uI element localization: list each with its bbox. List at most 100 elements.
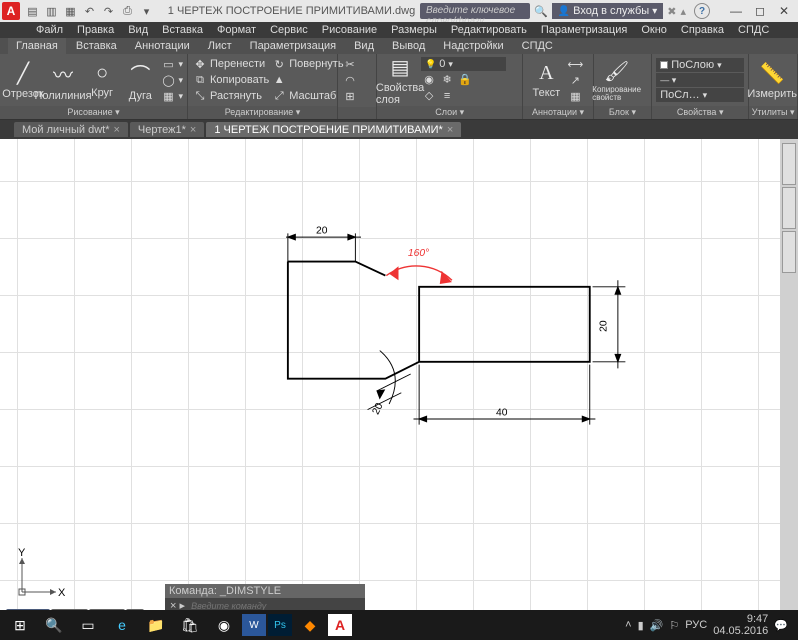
search-icon[interactable]: 🔍 [534, 5, 548, 18]
layer-iso-icon[interactable]: ◇ [421, 88, 437, 104]
menu-insert[interactable]: Вставка [162, 24, 203, 36]
panel-layers-label[interactable]: Слои ▾ [377, 106, 522, 119]
login-button[interactable]: Вход в службы ▾ [552, 3, 664, 19]
layer-off-icon[interactable]: ◉ [421, 72, 437, 88]
nav-item[interactable] [782, 187, 796, 229]
nav-item[interactable] [782, 143, 796, 185]
matchprop-button[interactable]: 🖌Копирование свойств [598, 56, 636, 104]
drawing-canvas[interactable]: 20 160° 20 [0, 139, 798, 622]
move-icon[interactable]: ✥ [192, 56, 208, 72]
panel-util-label[interactable]: Утилиты ▾ [749, 106, 797, 119]
menu-parametric[interactable]: Параметризация [541, 24, 627, 36]
start-button[interactable]: ⊞ [4, 612, 36, 638]
tab-annotate[interactable]: Аннотации [127, 38, 198, 54]
dim-linear-icon[interactable]: ⟷ [567, 56, 583, 72]
layer-lock-icon[interactable]: 🔒 [457, 72, 473, 88]
maximize-button[interactable]: ◻ [748, 2, 772, 20]
tray-net-icon[interactable]: ▮ [638, 619, 644, 632]
qat-more-icon[interactable]: ▾ [140, 5, 153, 18]
qat-new-icon[interactable]: ▤ [26, 5, 39, 18]
menu-file[interactable]: Файл [36, 24, 63, 36]
word-icon[interactable]: W [242, 614, 266, 636]
measure-button[interactable]: 📏Измерить [753, 56, 791, 104]
panel-edit-label[interactable]: Редактирование ▾ [188, 106, 337, 119]
tab-parametric[interactable]: Параметризация [242, 38, 344, 54]
close-tab-icon[interactable]: × [113, 124, 119, 136]
edge-icon[interactable]: e [106, 612, 138, 638]
tray-lang[interactable]: РУС [685, 619, 707, 631]
table-icon[interactable]: ▦ [567, 88, 583, 104]
leader-icon[interactable]: ↗ [567, 72, 583, 88]
polyline-button[interactable]: 〰Полилиния [44, 56, 82, 104]
qat-save-icon[interactable]: ▦ [64, 5, 77, 18]
file-tab[interactable]: Мой личный dwt*× [14, 122, 128, 137]
autocad-icon[interactable]: A [328, 614, 352, 636]
tab-view[interactable]: Вид [346, 38, 382, 54]
app-icon[interactable]: ◆ [294, 612, 326, 638]
linetype-dropdown[interactable]: ПоСл…▾ [656, 88, 744, 102]
scale-icon[interactable]: ⤢ [271, 88, 287, 104]
close-tab-icon[interactable]: × [447, 124, 453, 136]
layer-dropdown[interactable]: 💡 0 ▾ [421, 57, 506, 71]
menu-window[interactable]: Окно [641, 24, 667, 36]
tray-vol-icon[interactable]: 🔊 [650, 619, 664, 632]
array-icon[interactable]: ⊞ [342, 89, 358, 105]
panel-props-label[interactable]: Свойства ▾ [652, 106, 748, 119]
taskview-button[interactable]: ▭ [72, 612, 104, 638]
app-menu-icon[interactable]: ▴ [680, 5, 686, 18]
command-line[interactable]: Команда: _DIMSTYLE × ▸_ [165, 584, 365, 610]
tray-clock[interactable]: 9:4704.05.2016 [713, 613, 768, 637]
menu-spds[interactable]: СПДС [738, 24, 769, 36]
nav-sidebar[interactable] [780, 139, 798, 622]
tab-output[interactable]: Вывод [384, 38, 433, 54]
panel-draw-label[interactable]: Рисование ▾ [0, 106, 187, 119]
arc-button[interactable]: ⌒Дуга [122, 56, 158, 104]
copy-icon[interactable]: ⧉ [192, 72, 208, 88]
qat-undo-icon[interactable]: ↶ [83, 5, 96, 18]
ps-icon[interactable]: Ps [268, 614, 292, 636]
qat-open-icon[interactable]: ▥ [45, 5, 58, 18]
fillet-icon[interactable]: ◠ [342, 73, 358, 89]
tab-addins[interactable]: Надстройки [435, 38, 511, 54]
text-button[interactable]: AТекст [527, 56, 565, 104]
lineweight-dropdown[interactable]: — ▾ [656, 73, 744, 87]
layer-match-icon[interactable]: ≡ [439, 88, 455, 104]
menu-format[interactable]: Формат [217, 24, 256, 36]
tray-up-icon[interactable]: ˄ [625, 619, 631, 631]
help-icon[interactable]: ? [694, 3, 710, 19]
color-dropdown[interactable]: ПоСлою▾ [656, 58, 744, 72]
minimize-button[interactable]: — [724, 2, 748, 20]
nav-item[interactable] [782, 231, 796, 273]
close-button[interactable]: ✕ [772, 2, 796, 20]
stretch-icon[interactable]: ⤡ [192, 88, 208, 104]
search-button[interactable]: 🔍 [38, 612, 70, 638]
trim-icon[interactable]: ✂ [342, 57, 358, 73]
tray-notif-icon[interactable]: 💬 [774, 619, 788, 632]
tab-home[interactable]: Главная [8, 38, 66, 54]
ellipse-icon[interactable]: ◯ [160, 72, 176, 88]
hatch-icon[interactable]: ▦ [160, 88, 176, 104]
panel-block-label[interactable]: Блок ▾ [594, 106, 652, 119]
file-tab[interactable]: 1 ЧЕРТЕЖ ПОСТРОЕНИЕ ПРИМИТИВАМИ*× [206, 122, 461, 137]
menu-draw[interactable]: Рисование [322, 24, 377, 36]
tray-flag-icon[interactable]: ⚐ [669, 619, 679, 632]
tab-insert[interactable]: Вставка [68, 38, 125, 54]
menu-help[interactable]: Справка [681, 24, 724, 36]
command-input[interactable] [191, 601, 363, 611]
tab-layout[interactable]: Лист [200, 38, 240, 54]
menu-edit[interactable]: Правка [77, 24, 114, 36]
rotate-icon[interactable]: ↻ [271, 56, 287, 72]
file-tab[interactable]: Чертеж1*× [130, 122, 204, 137]
menu-view[interactable]: Вид [128, 24, 148, 36]
qat-redo-icon[interactable]: ↷ [102, 5, 115, 18]
close-tab-icon[interactable]: × [190, 124, 196, 136]
menu-modify[interactable]: Редактировать [451, 24, 527, 36]
circle-button[interactable]: ○Круг [84, 56, 120, 104]
tab-spds[interactable]: СПДС [514, 38, 561, 54]
qat-print-icon[interactable]: ⎙ [121, 5, 134, 18]
app-logo[interactable]: A [2, 2, 20, 20]
menu-dimension[interactable]: Размеры [391, 24, 437, 36]
menu-tools[interactable]: Сервис [270, 24, 308, 36]
store-icon[interactable]: 🛍 [174, 612, 206, 638]
rect-icon[interactable]: ▭ [160, 56, 176, 72]
